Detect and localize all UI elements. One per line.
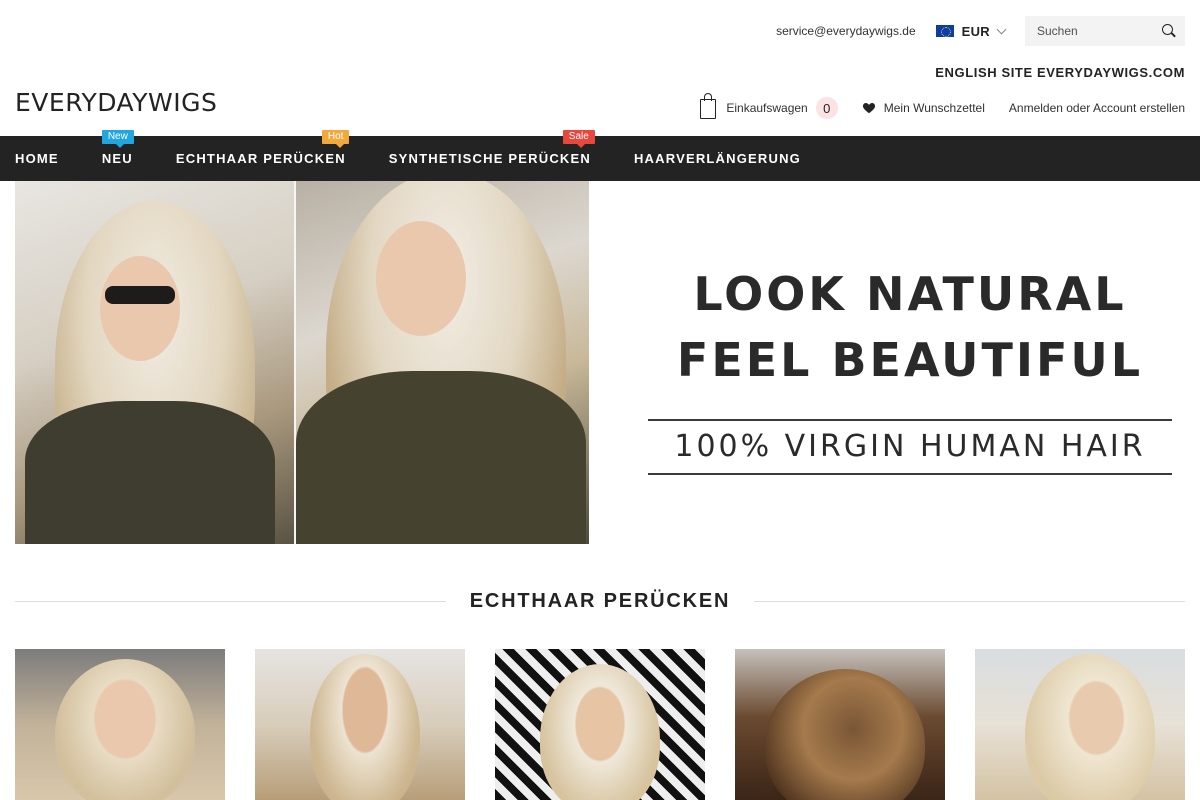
section-divider-left <box>15 600 446 602</box>
nav-item-label: SYNTHETISCHE PERÜCKEN <box>388 151 591 166</box>
cart-count-badge: 0 <box>815 97 838 119</box>
cart-link[interactable]: Einkaufswagen 0 <box>700 93 838 119</box>
section-divider-right <box>754 600 1185 602</box>
nav-item-label: HAARVERLÄNGERUNG <box>633 151 801 166</box>
search-box <box>1025 16 1185 46</box>
sweater-shape <box>296 371 586 544</box>
sunglasses-shape <box>105 286 175 304</box>
site-logo[interactable]: EVERYDAYWIGS <box>15 88 217 117</box>
nav-item-label: HOME <box>15 151 59 166</box>
account-row: Einkaufswagen 0 Mein Wunschzettel Anmeld… <box>700 93 1185 120</box>
nav-item-label: NEU <box>101 151 133 166</box>
product-card[interactable] <box>495 649 705 800</box>
shopping-bag-icon <box>700 93 717 119</box>
sale-badge: Sale <box>562 130 595 148</box>
search-icon[interactable] <box>1161 23 1177 39</box>
hero-headline-1: LOOK NATURAL <box>693 267 1127 321</box>
model-shape <box>1025 654 1155 800</box>
main-nav: HOME New NEU Hot ECHTHAAR PERÜCKEN Sale … <box>0 130 1200 181</box>
section-header: ECHTHAAR PERÜCKEN <box>15 588 1185 614</box>
hero-subheadline: 100% VIRGIN HUMAN HAIR <box>674 429 1146 464</box>
nav-item-synthetische-peruecken[interactable]: Sale SYNTHETISCHE PERÜCKEN <box>388 130 595 181</box>
currency-code: EUR <box>961 23 990 39</box>
english-site-link[interactable]: ENGLISH SITE EVERYDAYWIGS.COM <box>935 65 1185 80</box>
service-email-link[interactable]: service@everydaywigs.de <box>776 24 916 38</box>
model-shape <box>55 659 195 800</box>
hero-banner[interactable]: LOOK NATURAL FEEL BEAUTIFUL 100% VIRGIN … <box>15 181 1185 544</box>
product-card[interactable] <box>735 649 945 800</box>
chevron-down-icon <box>996 24 1007 34</box>
top-utility-bar: service@everydaywigs.de EUR <box>776 16 1185 46</box>
eu-flag-icon <box>935 25 954 37</box>
heart-icon <box>862 103 875 114</box>
face-shape <box>100 256 180 361</box>
product-card[interactable] <box>975 649 1185 800</box>
hero-photo-left <box>15 181 294 544</box>
nav-item-label: ECHTHAAR PERÜCKEN <box>175 151 346 166</box>
hero-divider-bottom <box>648 473 1172 475</box>
new-badge: New <box>101 130 134 148</box>
login-register-link[interactable]: Anmelden oder Account erstellen <box>1009 101 1185 115</box>
wishlist-label: Mein Wunschzettel <box>883 101 985 115</box>
nav-item-echthaar-peruecken[interactable]: Hot ECHTHAAR PERÜCKEN <box>175 130 350 181</box>
nav-item-haarverlaengerung[interactable]: HAARVERLÄNGERUNG <box>634 136 801 181</box>
search-input[interactable] <box>1037 24 1147 38</box>
hero-text-block: LOOK NATURAL FEEL BEAUTIFUL 100% VIRGIN … <box>648 261 1172 475</box>
face-shape <box>376 221 466 336</box>
nav-item-neu[interactable]: New NEU <box>101 130 134 181</box>
currency-selector[interactable]: EUR <box>935 23 1007 39</box>
section-title: ECHTHAAR PERÜCKEN <box>469 589 731 612</box>
product-card[interactable] <box>255 649 465 800</box>
product-card[interactable] <box>15 649 225 800</box>
nav-item-home[interactable]: HOME <box>15 136 59 181</box>
wishlist-link[interactable]: Mein Wunschzettel <box>862 101 985 115</box>
product-grid <box>15 649 1185 800</box>
cart-label: Einkaufswagen <box>726 101 808 115</box>
hero-headline-2: FEEL BEAUTIFUL <box>676 333 1144 387</box>
model-shape <box>310 654 420 800</box>
hot-badge: Hot <box>321 130 350 148</box>
hero-photo-right <box>294 181 589 544</box>
sweater-shape <box>25 401 275 544</box>
